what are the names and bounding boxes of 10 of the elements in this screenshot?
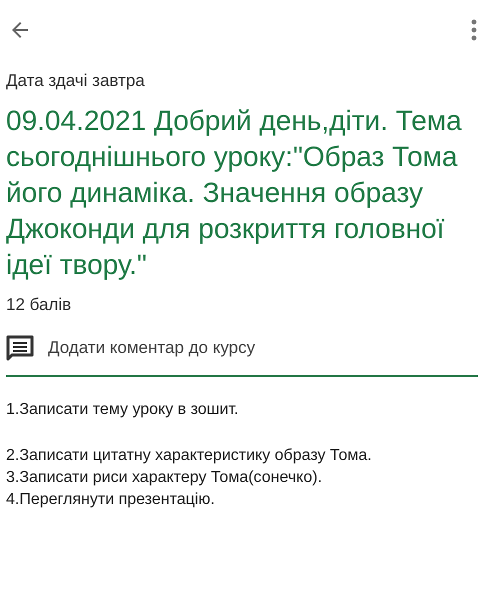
instruction-line: 1.Записати тему уроку в зошит. [6, 400, 240, 420]
due-date: Дата здачі завтра [6, 71, 146, 91]
instruction-line: 2.Записати цитатну характеристику образу Тома. [6, 446, 373, 466]
points-label: 12 балів [6, 295, 72, 315]
instruction-line: 4.Переглянути презентацію. [6, 490, 216, 510]
add-comment-link[interactable]: Додати коментар до курсу [48, 338, 256, 358]
assignment-title: 09.04.2021 Добрий день,діти. Тема сьогоднішнього уроку:"Образ Тома його динаміка. Значення образу Джоконди для розкриття головної ідеї твору." [6, 104, 463, 282]
comment-icon[interactable] [6, 335, 34, 361]
instruction-line: 3.Записати риси характеру Тома(сонечко). [6, 468, 324, 488]
more-icon[interactable] [470, 19, 478, 41]
